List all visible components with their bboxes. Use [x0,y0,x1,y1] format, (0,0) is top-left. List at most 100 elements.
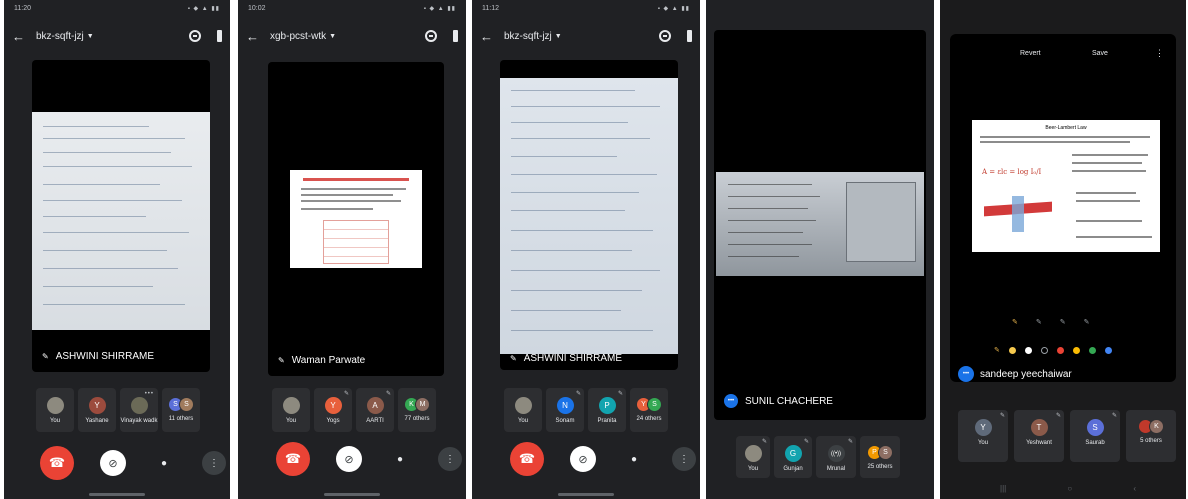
slide-formula: A = εlc = log I₀/I [982,168,1042,176]
switch-camera-icon[interactable] [425,30,437,42]
camera-toggle-button[interactable]: ⊘ [570,446,596,472]
switch-camera-icon[interactable] [659,30,671,42]
presenter-stage: ✎ ASHWINI SHIRRAME [32,60,210,372]
participant-tile[interactable]: ✎ T Yeshwant [1014,410,1064,462]
home-indicator[interactable] [89,493,145,496]
participant-tile[interactable]: ••• Vinayak wadk [120,388,158,432]
avatar: K [1149,419,1164,434]
participant-tile-others[interactable]: P S 25 others [860,436,900,478]
screenshot-editor: Revert Save ⋮ Beer-Lambert Law A = εlc =… [950,34,1176,382]
meet-screen-4: ••• SUNIL CHACHERE ✎ You ✎ G Gunjan ✎ ((… [706,0,934,499]
color-swatch-green[interactable] [1088,346,1096,354]
end-call-button[interactable]: ☎ [510,442,544,476]
home-indicator[interactable] [324,493,380,496]
back-arrow-icon[interactable]: ← [12,29,32,44]
participant-tile[interactable]: ✎ S Saurab [1070,410,1120,462]
avatar [46,397,64,414]
microphone-button[interactable]: ● [388,447,412,471]
back-arrow-icon[interactable]: ← [480,29,500,44]
participant-strip: You ✎ N Sonam ✎ P Pranita Y S 24 others [504,388,668,432]
color-swatch-white[interactable] [1024,346,1032,354]
participant-tile[interactable]: ✎ A AARTI [356,388,394,432]
more-options-button[interactable]: ⋮ [438,447,462,471]
participant-tile-others[interactable]: Y S 24 others [630,388,668,432]
participant-name: Yashane [85,418,109,424]
end-call-icon: ☎ [518,451,536,466]
microphone-button[interactable]: ● [622,447,646,471]
participant-tile[interactable]: ✎ ((•)) Mrunal [816,436,856,478]
avatar [130,397,148,414]
color-swatch-black[interactable] [1040,346,1048,354]
switch-camera-icon[interactable] [189,30,201,42]
mic-off-icon: ✎ [278,356,285,365]
save-button[interactable]: Save [1092,50,1108,57]
marker-icon[interactable]: ✎ [1036,318,1042,326]
participant-tile[interactable]: ✎ Y Yogs [314,388,352,432]
top-bar: ← bkz-sqft-jzj ▼ [12,26,222,46]
top-bar: ← xgb-pcst-wtk ▼ [246,26,458,46]
participant-tile-others[interactable]: K 5 others [1126,410,1176,462]
brush-icon[interactable]: ✎ [994,346,1000,354]
meeting-code[interactable]: bkz-sqft-jzj [504,31,552,42]
nav-back-icon[interactable]: ‹ [1133,484,1136,493]
nav-recents-icon[interactable]: ||| [1000,484,1006,493]
participant-tile[interactable]: ✎ N Sonam [546,388,584,432]
status-icons: ▪ ◆ ▲ ▮▮ [657,5,690,12]
more-options-button[interactable]: ⋮ [202,451,226,475]
participant-tile-you[interactable]: ✎ Y You [958,410,1008,462]
shared-screen-capture [716,172,924,276]
participant-count: 24 others [636,416,662,422]
audio-output-icon[interactable] [687,30,692,42]
participant-tile-others[interactable]: K M 77 others [398,388,436,432]
participant-name: You [517,418,529,424]
presenter-stage: ••• SUNIL CHACHERE [714,30,926,420]
audio-output-icon[interactable] [453,30,458,42]
participant-tile-others[interactable]: S S 11 others [162,388,200,432]
mic-off-icon: ✎ [385,391,391,397]
status-time: 11:12 [482,4,499,12]
camera-toggle-button[interactable]: ⊘ [100,450,126,476]
chevron-down-icon[interactable]: ▼ [329,33,336,40]
participant-tile-you[interactable]: You [504,388,542,432]
presenter-name-tag: ✎ ASHWINI SHIRRAME [42,351,154,362]
meeting-code[interactable]: bkz-sqft-jzj [36,31,84,42]
mic-off-icon: ✎ [803,439,809,445]
participant-tile[interactable]: ✎ P Pranita [588,388,626,432]
participant-tile-you[interactable]: ✎ You [736,436,770,478]
chevron-down-icon[interactable]: ▼ [87,33,94,40]
pen-icon[interactable]: ✎ [1012,318,1018,326]
color-swatch-orange[interactable] [1072,346,1080,354]
color-palette: ✎ [994,346,1112,354]
participant-tile-you[interactable]: You [272,388,310,432]
presenter-name-tag: ✎ Waman Parwate [278,355,365,366]
presenter-name: sandeep yeechaiwar [980,368,1072,380]
end-call-button[interactable]: ☎ [40,446,74,480]
participant-tile[interactable]: Y Yashane [78,388,116,432]
participant-name: Saurab [1085,440,1105,446]
participant-strip: ✎ Y You ✎ T Yeshwant ✎ S Saurab K 5 othe… [958,410,1176,462]
color-swatch-blue[interactable] [1104,346,1112,354]
color-swatch-red[interactable] [1056,346,1064,354]
end-call-button[interactable]: ☎ [276,442,310,476]
back-arrow-icon[interactable]: ← [246,29,266,44]
color-swatch-yellow[interactable] [1008,346,1016,354]
meeting-code[interactable]: xgb-pcst-wtk [270,31,326,42]
chevron-down-icon[interactable]: ▼ [555,33,562,40]
home-indicator[interactable] [558,493,614,496]
presenter-name-tag: ••• sandeep yeechaiwar [958,366,1072,382]
camera-toggle-button[interactable]: ⊘ [336,446,362,472]
participant-name: Yeshwant [1026,440,1052,446]
highlighter-icon[interactable]: ✎ [1060,318,1066,326]
audio-output-icon[interactable] [217,30,222,42]
participant-tile[interactable]: ✎ G Gunjan [774,436,812,478]
microphone-button[interactable]: ● [152,451,176,475]
nav-home-icon[interactable]: ○ [1067,484,1072,493]
participant-tile-you[interactable]: You [36,388,74,432]
more-options-icon[interactable]: ⋮ [1155,48,1164,59]
more-options-button[interactable]: ⋮ [672,447,696,471]
camera-off-icon: ⊘ [578,453,588,466]
revert-button[interactable]: Revert [1020,50,1041,57]
eraser-icon[interactable]: ✎ [1084,318,1090,326]
avatar: Y [974,419,992,436]
participant-name: Mrunal [826,466,846,472]
